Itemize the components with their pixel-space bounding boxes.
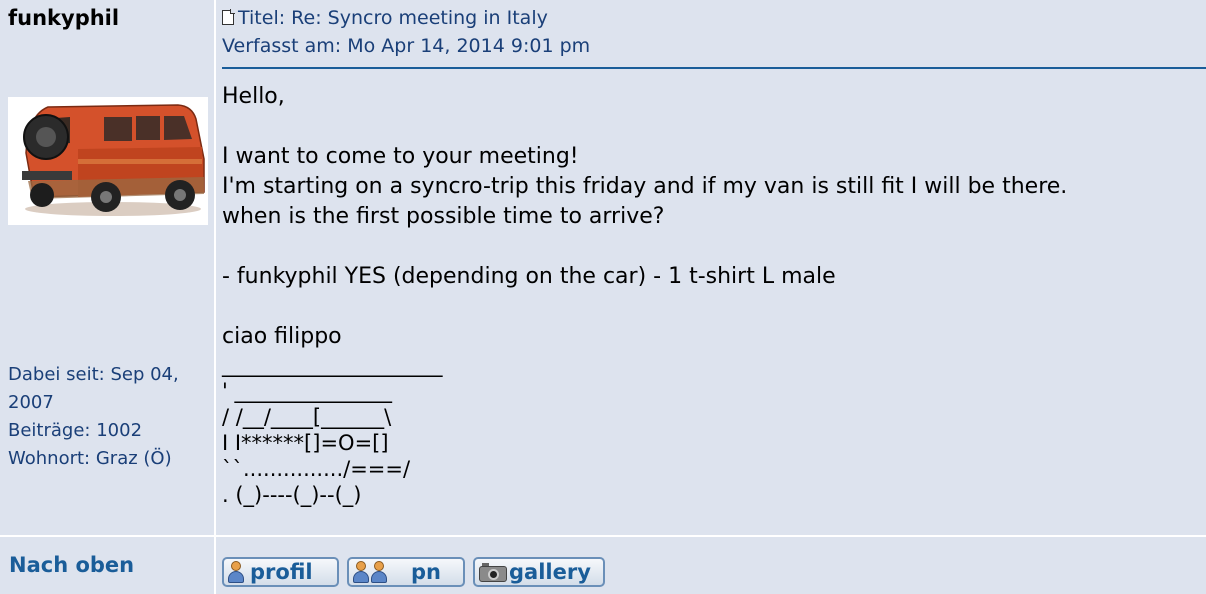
body-line: [222, 232, 1202, 262]
document-icon[interactable]: [222, 9, 235, 25]
profil-label: profil: [250, 560, 313, 584]
post-body: Hello, I want to come to your meeting! I…: [222, 82, 1202, 508]
footer-actions: profil pn gallery: [216, 537, 1206, 594]
body-line: - funkyphil YES (depending on the car) -…: [222, 264, 836, 289]
body-line: [222, 292, 1202, 322]
pn-button[interactable]: pn: [347, 557, 465, 587]
back-to-top-link[interactable]: Nach oben: [9, 553, 134, 577]
body-line: I'm starting on a syncro-trip this frida…: [222, 174, 1068, 199]
van-avatar: [8, 97, 208, 225]
body-line: [222, 112, 1202, 142]
footer-left: Nach oben: [0, 537, 214, 594]
body-line: ciao filippo: [222, 324, 342, 349]
profil-button[interactable]: profil: [222, 557, 339, 587]
joined-label: Dabei seit:: [8, 364, 105, 385]
location-value: Graz (Ö): [95, 448, 172, 469]
post-title-label: Titel:: [238, 7, 286, 29]
signature-line: / /__/____[______\: [222, 405, 392, 429]
post-count: Beiträge: 1002: [8, 417, 212, 445]
two-persons-icon: [353, 560, 369, 584]
joined-value: Sep 04,: [110, 364, 179, 385]
post-column: Titel: Re: Syncro meeting in Italy Verfa…: [216, 0, 1206, 535]
post-title: Re: Syncro meeting in Italy: [291, 7, 548, 29]
gallery-label: gallery: [509, 560, 591, 584]
signature-line: _____________________: [222, 353, 443, 377]
author-info: Dabei seit: Sep 04, 2007 Beiträge: 1002 …: [8, 361, 212, 473]
joined-year: 2007: [8, 392, 54, 413]
header-divider: [222, 67, 1206, 69]
signature-line: ' _______________: [222, 379, 392, 403]
signature-line: I I******[]=O=[]: [222, 431, 389, 455]
forum-post: funkyphil Dabei seit: Sep 04, 2007 Beitr…: [0, 0, 1206, 594]
body-line: I want to come to your meeting!: [222, 144, 579, 169]
post-count-value: 1002: [96, 420, 143, 441]
signature-line: . (_)----(_)--(_): [222, 483, 362, 507]
author-column: funkyphil Dabei seit: Sep 04, 2007 Beitr…: [0, 0, 214, 535]
body-line: Hello,: [222, 84, 285, 109]
signature-line: ``.............../===/: [222, 457, 411, 481]
joined-info: Dabei seit: Sep 04,: [8, 361, 212, 389]
person-icon: [228, 560, 244, 584]
location: Wohnort: Graz (Ö): [8, 445, 212, 473]
signature: _____________________ ' _______________ …: [222, 352, 1202, 508]
location-label: Wohnort:: [8, 448, 91, 469]
post-date-label: Verfasst am:: [222, 35, 342, 57]
post-date: Mo Apr 14, 2014 9:01 pm: [347, 35, 591, 57]
camera-icon: [479, 562, 507, 582]
body-line: when is the first possible time to arriv…: [222, 204, 665, 229]
pn-label: pn: [411, 560, 441, 584]
post-count-label: Beiträge:: [8, 420, 91, 441]
post-date-line: Verfasst am: Mo Apr 14, 2014 9:01 pm: [222, 32, 590, 60]
post-header: Titel: Re: Syncro meeting in Italy Verfa…: [222, 4, 590, 60]
author-name[interactable]: funkyphil: [8, 6, 119, 30]
post-title-line: Titel: Re: Syncro meeting in Italy: [222, 4, 590, 32]
gallery-button[interactable]: gallery: [473, 557, 605, 587]
